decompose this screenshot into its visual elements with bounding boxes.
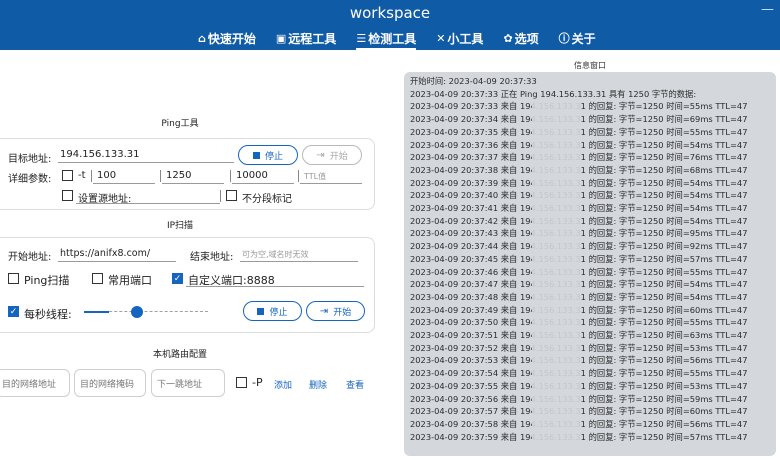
window-minimize-icon[interactable]: — bbox=[761, 2, 774, 17]
detail-params-label: 详细参数: bbox=[8, 174, 52, 185]
scan-start-btn-label: 开始 bbox=[333, 307, 352, 318]
wifi-icon: ☰ bbox=[356, 31, 367, 45]
scan-start-underline bbox=[58, 261, 176, 262]
nav-tab-label: 选项 bbox=[514, 31, 539, 46]
no-fragment-label: 不分段标记 bbox=[242, 194, 292, 205]
info-icon: ⓘ bbox=[558, 32, 570, 45]
nav-tab-1[interactable]: ▣ 远程工具 bbox=[266, 28, 346, 48]
scan-end-input[interactable]: 可为空,域名时无效 bbox=[242, 249, 309, 260]
ping-stop-button[interactable]: 停止 bbox=[238, 145, 298, 165]
ttl-underline bbox=[300, 183, 362, 184]
target-address-underline bbox=[58, 162, 234, 163]
view-route-button[interactable]: 查看 bbox=[346, 378, 364, 391]
arrow-right-icon: ⇥ bbox=[319, 305, 329, 317]
nav-tab-3[interactable]: ✕ 小工具 bbox=[426, 28, 493, 48]
scan-start-label: 开始地址: bbox=[8, 252, 52, 263]
dest-network-input[interactable]: 目的网络地址 bbox=[0, 369, 70, 397]
gear-icon: ✿ bbox=[503, 31, 513, 45]
home-icon: ⌂ bbox=[198, 31, 206, 45]
separator bbox=[230, 170, 231, 182]
scan-end-underline bbox=[240, 261, 358, 262]
separator bbox=[91, 170, 92, 182]
timeout-input[interactable]: 10000 bbox=[236, 170, 268, 181]
add-route-button[interactable]: 添加 bbox=[274, 378, 292, 391]
count-underline bbox=[93, 183, 155, 184]
slider-handle[interactable] bbox=[130, 306, 143, 318]
separator bbox=[298, 170, 299, 182]
arrow-right-icon: ⇥ bbox=[316, 149, 325, 161]
ipscan-section-title: IP扫描 bbox=[166, 221, 194, 231]
source-address-underline bbox=[76, 203, 220, 204]
target-address-input[interactable]: 194.156.133.31 bbox=[60, 149, 140, 160]
nav-tab-label: 小工具 bbox=[447, 31, 484, 46]
t-checkbox[interactable] bbox=[62, 170, 73, 181]
target-address-label: 目标地址: bbox=[8, 154, 52, 165]
size-input[interactable]: 1250 bbox=[166, 170, 191, 181]
tools-icon: ✕ bbox=[436, 31, 446, 45]
nav-tab-label: 快速开始 bbox=[207, 31, 256, 46]
p-label: -P bbox=[252, 376, 263, 389]
ping-scan-label: Ping扫描 bbox=[24, 274, 70, 287]
log-line: 开始时间: 2023-04-09 20:37:33 bbox=[410, 76, 537, 86]
stop-icon bbox=[257, 307, 265, 315]
next-hop-input[interactable]: 下一跳地址 bbox=[151, 369, 225, 397]
common-ports-label: 常用端口 bbox=[108, 274, 152, 287]
nav-tab-label: 检测工具 bbox=[368, 31, 417, 46]
log-line: 2023-04-09 20:37:33 正在 Ping 194.156.133.… bbox=[410, 88, 697, 99]
main-nav: ⌂ 快速开始 ▣ 远程工具 ☰ 检测工具 ✕ 小工具 ✿ 选项 ⓘ 关于 bbox=[188, 28, 606, 50]
scan-start-input[interactable]: https://anifx8.com/ bbox=[60, 248, 150, 259]
nav-tab-label: 关于 bbox=[571, 31, 596, 46]
slider-fill bbox=[84, 311, 109, 313]
ping-start-button[interactable]: ⇥ 开始 bbox=[302, 145, 362, 165]
dest-mask-input[interactable]: 目的网络掩码 bbox=[74, 369, 146, 397]
nav-tab-2[interactable]: ☰ 检测工具 bbox=[346, 28, 426, 50]
scan-end-label: 结束地址: bbox=[190, 252, 234, 263]
threads-label: 每秒线程: bbox=[24, 308, 72, 321]
custom-port-underline bbox=[186, 286, 364, 287]
p-checkbox[interactable] bbox=[236, 377, 247, 388]
count-input[interactable]: 100 bbox=[97, 170, 116, 181]
stop-icon bbox=[252, 151, 260, 159]
ping-scan-checkbox[interactable] bbox=[8, 273, 19, 284]
redaction-blur bbox=[532, 100, 580, 450]
custom-port-checkbox[interactable]: ✓ bbox=[172, 273, 183, 284]
route-section-title: 本机路由配置 bbox=[152, 350, 207, 360]
t-label: -t bbox=[78, 170, 86, 181]
threads-slider[interactable] bbox=[84, 306, 208, 318]
timeout-underline bbox=[232, 183, 294, 184]
delete-route-button[interactable]: 删除 bbox=[309, 378, 327, 391]
ping-section-title: Ping工具 bbox=[161, 119, 199, 129]
app-title: workspace bbox=[349, 4, 431, 22]
nav-tab-4[interactable]: ✿ 选项 bbox=[493, 28, 548, 48]
scan-stop-button[interactable]: 停止 bbox=[243, 301, 302, 321]
ping-start-label: 开始 bbox=[329, 151, 348, 162]
separator bbox=[220, 190, 221, 202]
remote-icon: ▣ bbox=[275, 31, 287, 45]
scan-stop-label: 停止 bbox=[269, 307, 288, 318]
title-bar: workspace — ⌂ 快速开始 ▣ 远程工具 ☰ 检测工具 ✕ 小工具 ✿ 选项 ⓘ 关于 bbox=[0, 0, 780, 50]
nav-tab-0[interactable]: ⌂ 快速开始 bbox=[188, 28, 266, 48]
threads-checkbox[interactable]: ✓ bbox=[8, 306, 19, 317]
nav-tab-5[interactable]: ⓘ 关于 bbox=[549, 28, 606, 48]
separator bbox=[160, 170, 161, 182]
source-address-checkbox[interactable] bbox=[62, 190, 73, 201]
common-ports-checkbox[interactable] bbox=[92, 273, 103, 284]
size-underline bbox=[162, 183, 224, 184]
nav-tab-label: 远程工具 bbox=[288, 31, 337, 46]
info-window-title: 信息窗口 bbox=[574, 61, 606, 70]
info-window[interactable]: 开始时间: 2023-04-09 20:37:33 2023-04-09 20:3… bbox=[404, 72, 776, 456]
no-fragment-checkbox[interactable] bbox=[226, 190, 237, 201]
ping-stop-label: 停止 bbox=[264, 151, 283, 162]
ttl-input[interactable]: TTL值 bbox=[304, 171, 326, 182]
scan-start-button[interactable]: ⇥ 开始 bbox=[306, 301, 365, 321]
